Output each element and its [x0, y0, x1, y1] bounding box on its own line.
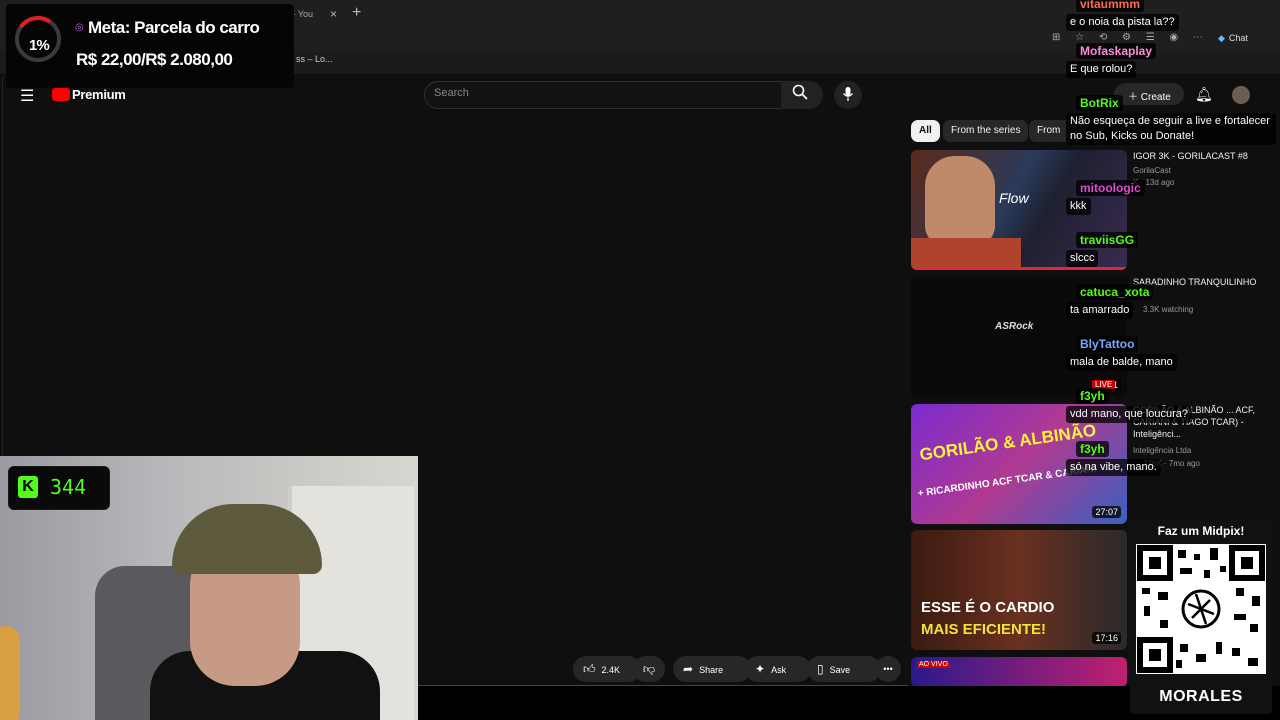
player-left-edge	[2, 76, 3, 456]
chat-message: Não esqueça de seguir a live e fortalece…	[1066, 113, 1276, 145]
chat-message: mala de balde, mano	[1066, 354, 1177, 371]
like-count: 2.4K	[601, 665, 621, 675]
search-icon[interactable]	[792, 84, 808, 105]
watch-progress-bar	[911, 267, 1127, 270]
chat-username: mitoologic	[1076, 180, 1145, 196]
chat-username: traviisGG	[1076, 232, 1139, 248]
ask-label: Ask	[771, 665, 787, 675]
chat-button-label: Chat	[1228, 33, 1248, 43]
chat-username: f3yh	[1076, 388, 1109, 404]
bookmark-item[interactable]: ss – Lo...	[296, 54, 333, 64]
ask-button[interactable]: ✦ Ask	[745, 656, 811, 682]
chat-username: BotRix	[1076, 95, 1123, 111]
pix-title: Faz um Midpix!	[1157, 524, 1245, 538]
kick-logo-icon: K	[18, 476, 38, 498]
avatar[interactable]	[1232, 86, 1250, 104]
chat-username: catuca_xota	[1076, 284, 1154, 300]
goal-title: Meta: Parcela do carro	[88, 18, 260, 37]
browser-chat-button[interactable]: ◆ Chat	[1218, 33, 1248, 44]
like-button[interactable]: 👍︎ 2.4K	[573, 656, 641, 682]
video-channel[interactable]: Inteligência Ltda	[1133, 445, 1191, 457]
chat-message: vdd mano, que loucura?	[1066, 406, 1193, 423]
goal-amount: R$ 22,00/R$ 2.080,00	[76, 50, 233, 69]
chat-message: kkk	[1066, 198, 1091, 215]
chat-message: ta amarrado	[1066, 302, 1134, 319]
chat-message: slccc	[1066, 250, 1099, 267]
video-title[interactable]: IGOR 3K - GORILACAST #8	[1133, 150, 1273, 162]
close-tab-icon[interactable]: ×	[330, 4, 337, 24]
guitar	[0, 626, 20, 720]
youtube-premium-logo[interactable]: Premium	[72, 87, 126, 102]
chip-all[interactable]: All	[911, 120, 940, 142]
video-thumbnail[interactable]: AO VIVO	[911, 657, 1127, 687]
thumbnail-brand: ASRock	[995, 321, 1034, 332]
create-button-label: ＋ Create	[1128, 92, 1171, 103]
extension-icons[interactable]: ⊞ ☆ ⟲ ⚙ ☰ ◉ ⋯	[1052, 32, 1209, 43]
chat-message: só na vibe, mano.	[1066, 459, 1161, 476]
qr-code-icon	[1136, 544, 1266, 674]
video-duration: 17:16	[1092, 632, 1121, 644]
save-label: Save	[829, 665, 851, 675]
streamer-name: MORALES	[1159, 688, 1243, 705]
live-badge: AO VIVO	[917, 661, 950, 668]
thumbs-up-icon: 👍︎	[583, 662, 596, 676]
chat-username: vitaummm	[1076, 0, 1145, 12]
chat-message: E que rolou?	[1066, 61, 1137, 78]
dislike-button[interactable]: 👎︎	[633, 656, 665, 682]
thumbnail-person	[925, 156, 995, 246]
video-meta: 3.3K watching	[1143, 305, 1194, 314]
thumbs-down-icon: 👎︎	[642, 662, 656, 676]
chat-icon: ◆	[1218, 33, 1225, 43]
thumbnail-logo: Flow	[999, 190, 1029, 206]
chip-from-the-series[interactable]: From the series	[943, 120, 1029, 142]
search-input[interactable]	[424, 81, 782, 109]
chat-username: BlyTattoo	[1076, 336, 1139, 352]
viewer-count: 344	[50, 475, 87, 499]
microphone-icon[interactable]	[842, 86, 854, 105]
save-button[interactable]: ▯ Save	[807, 656, 881, 682]
thumbnail-subline: MAIS EFICIENTE!	[921, 621, 1047, 638]
chat-username: f3yh	[1076, 441, 1109, 457]
video-title[interactable]: SABADINHO TRANQUILINHO	[1133, 276, 1273, 288]
share-icon: ➦	[683, 662, 694, 676]
more-actions-button[interactable]: •••	[875, 656, 901, 682]
menu-icon[interactable]: ☰	[20, 86, 34, 106]
sparkle-icon: ✦	[755, 662, 766, 676]
thumbnail-headline: ESSE É O CARDIO	[921, 599, 1055, 616]
chat-username: Mofaskaplay	[1076, 43, 1157, 59]
search-placeholder: Search	[434, 87, 469, 99]
video-thumbnail[interactable]: ESSE É O CARDIO MAIS EFICIENTE! 17:16	[911, 530, 1127, 650]
goal-dot-icon: ◎	[75, 22, 84, 33]
notifications-bell-icon[interactable]: 🔔︎	[1195, 86, 1213, 103]
share-label: Share	[699, 665, 724, 675]
new-tab-button[interactable]: +	[352, 3, 361, 23]
youtube-logo-icon[interactable]	[52, 88, 70, 101]
more-icon: •••	[883, 664, 893, 674]
share-button[interactable]: ➦ Share	[673, 656, 751, 682]
thumbnail-headline: GORILÃO & ALBINÃO	[918, 420, 1098, 465]
video-duration: 27:07	[1092, 506, 1121, 518]
bookmark-icon: ▯	[817, 662, 824, 676]
video-channel[interactable]: GorilaCast	[1133, 165, 1171, 177]
thumbnail-shirt	[911, 238, 1021, 270]
goal-percent: 1%	[29, 37, 50, 54]
plus-icon: ＋	[1128, 92, 1141, 103]
chat-message: e o noia da pista la??	[1066, 14, 1179, 31]
